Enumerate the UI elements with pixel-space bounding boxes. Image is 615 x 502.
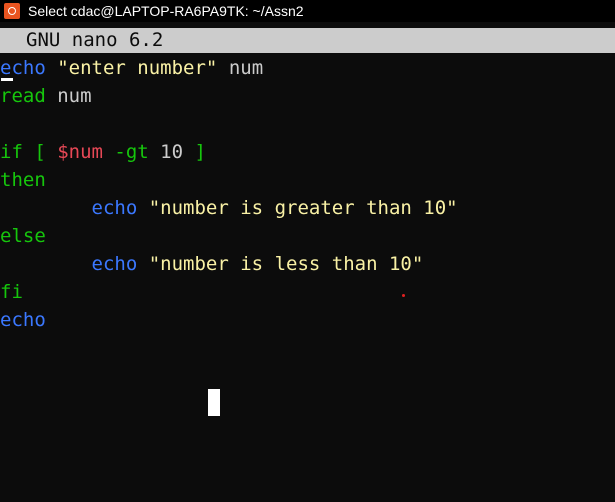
editor-line[interactable]: then (0, 166, 615, 194)
code-token: echo (91, 197, 138, 219)
window-title: Select cdac@LAPTOP-RA6PA9TK: ~/Assn2 (28, 3, 304, 19)
code-token: num (45, 85, 92, 107)
ubuntu-terminal-icon (4, 3, 20, 19)
text-cursor (208, 389, 220, 416)
editor-line[interactable]: fi (0, 278, 615, 306)
editor-line[interactable]: echo "number is greater than 10" (0, 194, 615, 222)
code-token: "enter number" (57, 57, 218, 79)
editor-line[interactable]: echo (0, 306, 615, 334)
editor-line[interactable] (0, 110, 615, 138)
editor-line[interactable]: else (0, 222, 615, 250)
code-token: if [ (0, 141, 58, 163)
code-token: -gt (102, 141, 149, 163)
code-token: else (0, 225, 46, 247)
code-token: ] (183, 141, 206, 163)
editor-buffer[interactable]: echo "enter number" num read num if [ $num… (0, 54, 615, 334)
code-token: "number is greater than 10" (148, 197, 458, 219)
code-token: fi (0, 281, 23, 303)
editor-line[interactable]: echo "enter number" num (0, 54, 615, 82)
code-token: echo (91, 253, 138, 275)
code-token: read (0, 85, 46, 107)
window-titlebar[interactable]: Select cdac@LAPTOP-RA6PA9TK: ~/Assn2 (0, 0, 615, 22)
code-token: echo (0, 309, 46, 331)
code-token: 10 (148, 141, 184, 163)
code-token: "number is less than 10" (148, 253, 424, 275)
editor-line[interactable]: if [ $num -gt 10 ] (0, 138, 615, 166)
editor-line[interactable]: read num (0, 82, 615, 110)
code-token: $num (57, 141, 103, 163)
mouse-pointer-dot (402, 294, 405, 297)
code-token: echo (0, 57, 46, 79)
line-start-caret (1, 78, 13, 81)
code-token: then (0, 169, 46, 191)
nano-header-bar: GNU nano 6.2 (0, 28, 615, 53)
code-token: num (217, 57, 264, 79)
editor-line[interactable]: echo "number is less than 10" (0, 250, 615, 278)
